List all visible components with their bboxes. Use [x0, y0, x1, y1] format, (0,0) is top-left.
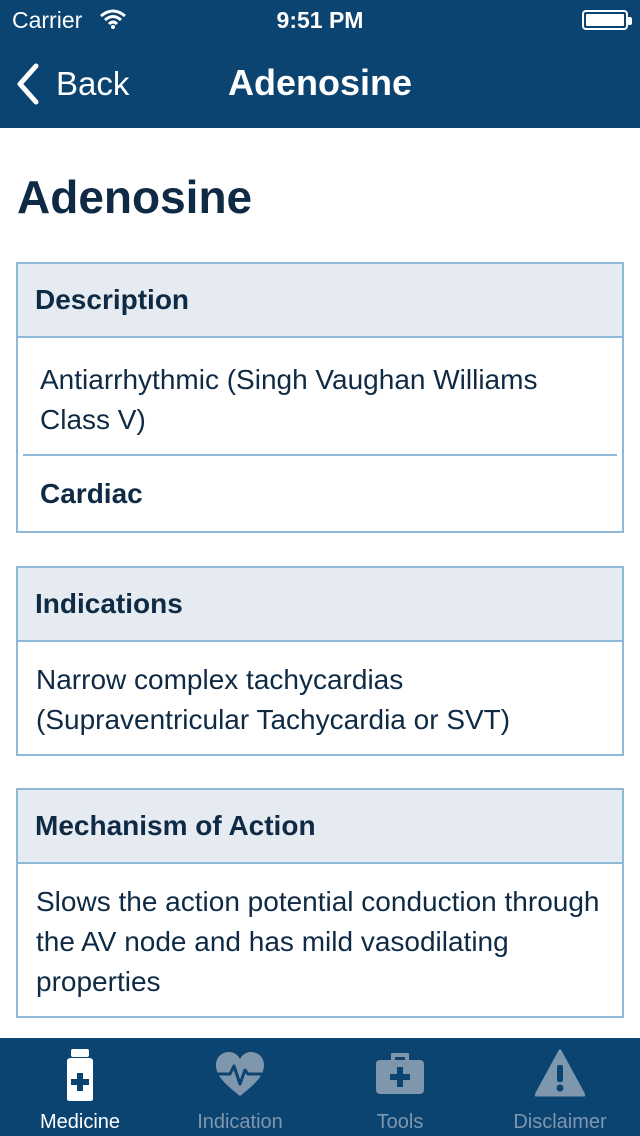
toolbox-icon: [376, 1053, 424, 1094]
tab-bar: Medicine Indication Tools Disclaimer: [0, 1038, 640, 1136]
navigation-bar: Carrier 9:51 PM Back Adenosine: [0, 0, 640, 128]
tab-disclaimer-label: Disclaimer: [513, 1111, 607, 1133]
description-card: Description Antiarrhythmic (Singh Vaugha…: [16, 262, 624, 533]
indications-text: Narrow complex tachycardias (Supraventri…: [36, 664, 511, 735]
tab-tools-label: Tools: [376, 1111, 424, 1133]
indications-card: Indications Narrow complex tachycardias …: [16, 566, 624, 756]
tab-indication-label: Indication: [197, 1111, 283, 1133]
drug-detail-scroll-view[interactable]: Adenosine Description Antiarrhythmic (Si…: [0, 128, 640, 1038]
tab-medicine[interactable]: Medicine: [0, 1038, 160, 1136]
nav-title: Adenosine: [227, 62, 413, 103]
warning-icon: [535, 1049, 585, 1097]
tab-medicine-label: Medicine: [39, 1111, 121, 1133]
description-header: Description: [18, 264, 622, 338]
heart-pulse-icon: [216, 1052, 264, 1096]
mechanism-text: Slows the action potential conduction th…: [36, 886, 600, 997]
category-label: Cardiac: [40, 478, 143, 509]
mechanism-card: Mechanism of Action Slows the action pot…: [16, 788, 624, 1018]
page-title: Adenosine: [17, 171, 253, 223]
tab-tools[interactable]: Tools: [320, 1038, 480, 1136]
status-bar: Carrier 9:51 PM: [0, 0, 640, 40]
description-text: Antiarrhythmic (Singh Vaughan Williams C…: [40, 364, 538, 435]
indications-header: Indications: [18, 568, 622, 642]
battery-icon: [582, 10, 632, 30]
tab-disclaimer[interactable]: Disclaimer: [480, 1038, 640, 1136]
clock: 9:51 PM: [276, 7, 364, 33]
medicine-bottle-icon: [67, 1049, 93, 1101]
mechanism-header: Mechanism of Action: [18, 790, 622, 864]
tab-indication[interactable]: Indication: [160, 1038, 320, 1136]
